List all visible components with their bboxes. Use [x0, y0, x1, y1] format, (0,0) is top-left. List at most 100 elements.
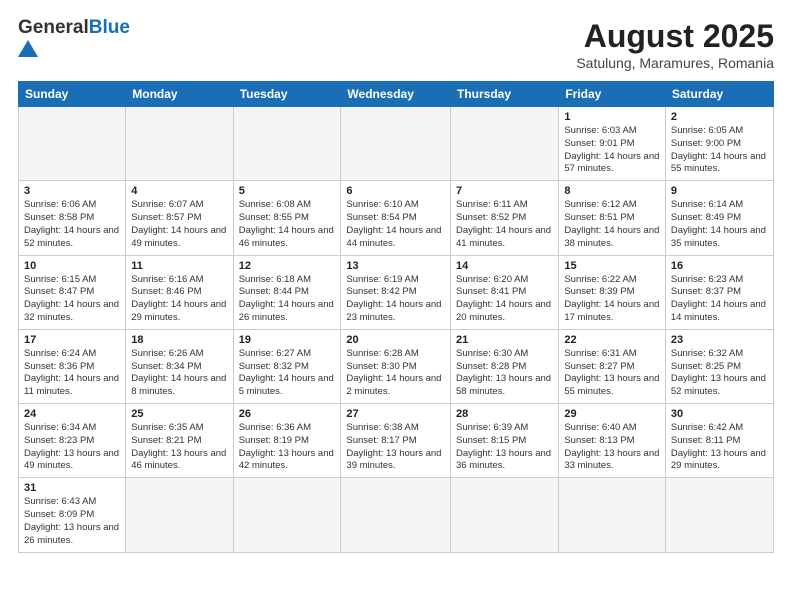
day-cell: 3Sunrise: 6:06 AM Sunset: 8:58 PM Daylig…: [19, 181, 126, 255]
day-number: 25: [131, 408, 227, 420]
day-info: Sunrise: 6:23 AM Sunset: 8:37 PM Dayligh…: [671, 274, 768, 325]
day-cell: 24Sunrise: 6:34 AM Sunset: 8:23 PM Dayli…: [19, 404, 126, 478]
day-number: 18: [131, 334, 227, 346]
day-info: Sunrise: 6:22 AM Sunset: 8:39 PM Dayligh…: [564, 274, 660, 325]
day-cell: 21Sunrise: 6:30 AM Sunset: 8:28 PM Dayli…: [451, 329, 559, 403]
day-number: 6: [346, 185, 445, 197]
day-cell: 7Sunrise: 6:11 AM Sunset: 8:52 PM Daylig…: [451, 181, 559, 255]
day-number: 20: [346, 334, 445, 346]
day-number: 23: [671, 334, 768, 346]
day-number: 5: [239, 185, 336, 197]
day-info: Sunrise: 6:32 AM Sunset: 8:25 PM Dayligh…: [671, 348, 768, 399]
day-cell: 23 Sunrise: 6:32 AM Sunset: 8:25 PM Dayli…: [665, 329, 773, 403]
day-info: Sunrise: 6:15 AM Sunset: 8:47 PM Dayligh…: [24, 274, 120, 325]
day-info: Sunrise: 6:06 AM Sunset: 8:58 PM Dayligh…: [24, 199, 120, 250]
day-cell: 19 Sunrise: 6:27 AM Sunset: 8:32 PM Dayli…: [233, 329, 341, 403]
day-number: 4: [131, 185, 227, 197]
day-info: Sunrise: 6:19 AM Sunset: 8:42 PM Dayligh…: [346, 274, 445, 325]
day-cell: [559, 478, 666, 552]
week-row-2: 3Sunrise: 6:06 AM Sunset: 8:58 PM Daylig…: [19, 181, 774, 255]
day-cell: 17Sunrise: 6:24 AM Sunset: 8:36 PM Dayli…: [19, 329, 126, 403]
day-cell: 14Sunrise: 6:20 AM Sunset: 8:41 PM Dayli…: [451, 255, 559, 329]
day-cell: [233, 478, 341, 552]
week-row-4: 17Sunrise: 6:24 AM Sunset: 8:36 PM Dayli…: [19, 329, 774, 403]
day-cell: [665, 478, 773, 552]
day-cell: 15 Sunrise: 6:22 AM Sunset: 8:39 PM Dayli…: [559, 255, 666, 329]
day-info: Sunrise: 6:39 AM Sunset: 8:15 PM Dayligh…: [456, 422, 553, 473]
weekday-header-saturday: Saturday: [665, 82, 773, 107]
calendar-subtitle: Satulung, Maramures, Romania: [576, 55, 774, 71]
day-info: Sunrise: 6:31 AM Sunset: 8:27 PM Dayligh…: [564, 348, 660, 399]
day-number: 21: [456, 334, 553, 346]
day-info: Sunrise: 6:42 AM Sunset: 8:11 PM Dayligh…: [671, 422, 768, 473]
day-number: 28: [456, 408, 553, 420]
calendar-title: August 2025: [576, 18, 774, 55]
day-info: Sunrise: 6:40 AM Sunset: 8:13 PM Dayligh…: [564, 422, 660, 473]
weekday-row: SundayMondayTuesdayWednesdayThursdayFrid…: [19, 82, 774, 107]
page: GeneralBlue August 2025 Satulung, Maramu…: [0, 0, 792, 612]
day-info: Sunrise: 6:36 AM Sunset: 8:19 PM Dayligh…: [239, 422, 336, 473]
day-cell: 5 Sunrise: 6:08 AM Sunset: 8:55 PM Daylig…: [233, 181, 341, 255]
day-info: Sunrise: 6:26 AM Sunset: 8:34 PM Dayligh…: [131, 348, 227, 399]
weekday-header-sunday: Sunday: [19, 82, 126, 107]
day-info: Sunrise: 6:34 AM Sunset: 8:23 PM Dayligh…: [24, 422, 120, 473]
day-number: 26: [239, 408, 336, 420]
day-cell: 11Sunrise: 6:16 AM Sunset: 8:46 PM Dayli…: [126, 255, 233, 329]
day-cell: 22Sunrise: 6:31 AM Sunset: 8:27 PM Dayli…: [559, 329, 666, 403]
day-info: Sunrise: 6:16 AM Sunset: 8:46 PM Dayligh…: [131, 274, 227, 325]
day-info: Sunrise: 6:18 AM Sunset: 8:44 PM Dayligh…: [239, 274, 336, 325]
day-number: 10: [24, 260, 120, 272]
day-info: Sunrise: 6:35 AM Sunset: 8:21 PM Dayligh…: [131, 422, 227, 473]
day-cell: [451, 478, 559, 552]
day-cell: 29 Sunrise: 6:40 AM Sunset: 8:13 PM Dayli…: [559, 404, 666, 478]
day-info: Sunrise: 6:28 AM Sunset: 8:30 PM Dayligh…: [346, 348, 445, 399]
day-cell: 27 Sunrise: 6:38 AM Sunset: 8:17 PM Dayli…: [341, 404, 451, 478]
calendar-table: SundayMondayTuesdayWednesdayThursdayFrid…: [18, 81, 774, 553]
day-info: Sunrise: 6:05 AM Sunset: 9:00 PM Dayligh…: [671, 125, 768, 176]
day-number: 27: [346, 408, 445, 420]
weekday-header-thursday: Thursday: [451, 82, 559, 107]
day-cell: [233, 107, 341, 181]
calendar-body: 1 Sunrise: 6:03 AM Sunset: 9:01 PM Daylig…: [19, 107, 774, 553]
day-number: 19: [239, 334, 336, 346]
weekday-header-monday: Monday: [126, 82, 233, 107]
calendar-header: SundayMondayTuesdayWednesdayThursdayFrid…: [19, 82, 774, 107]
day-number: 1: [564, 111, 660, 123]
day-cell: [19, 107, 126, 181]
day-number: 14: [456, 260, 553, 272]
logo: GeneralBlue: [18, 18, 130, 57]
header: GeneralBlue August 2025 Satulung, Maramu…: [18, 18, 774, 71]
week-row-1: 1 Sunrise: 6:03 AM Sunset: 9:01 PM Daylig…: [19, 107, 774, 181]
day-info: Sunrise: 6:03 AM Sunset: 9:01 PM Dayligh…: [564, 125, 660, 176]
day-number: 8: [564, 185, 660, 197]
day-info: Sunrise: 6:38 AM Sunset: 8:17 PM Dayligh…: [346, 422, 445, 473]
day-number: 17: [24, 334, 120, 346]
day-cell: [341, 107, 451, 181]
day-cell: [126, 107, 233, 181]
week-row-6: 31Sunrise: 6:43 AM Sunset: 8:09 PM Dayli…: [19, 478, 774, 552]
day-cell: 20 Sunrise: 6:28 AM Sunset: 8:30 PM Dayli…: [341, 329, 451, 403]
day-cell: 16 Sunrise: 6:23 AM Sunset: 8:37 PM Dayli…: [665, 255, 773, 329]
day-cell: 8 Sunrise: 6:12 AM Sunset: 8:51 PM Daylig…: [559, 181, 666, 255]
day-number: 16: [671, 260, 768, 272]
day-number: 15: [564, 260, 660, 272]
day-info: Sunrise: 6:10 AM Sunset: 8:54 PM Dayligh…: [346, 199, 445, 250]
logo-text: GeneralBlue: [18, 18, 130, 39]
day-info: Sunrise: 6:08 AM Sunset: 8:55 PM Dayligh…: [239, 199, 336, 250]
logo-icon: [18, 40, 38, 57]
week-row-3: 10 Sunrise: 6:15 AM Sunset: 8:47 PM Dayli…: [19, 255, 774, 329]
day-info: Sunrise: 6:12 AM Sunset: 8:51 PM Dayligh…: [564, 199, 660, 250]
day-cell: [126, 478, 233, 552]
day-cell: 1 Sunrise: 6:03 AM Sunset: 9:01 PM Daylig…: [559, 107, 666, 181]
day-number: 29: [564, 408, 660, 420]
day-cell: 28 Sunrise: 6:39 AM Sunset: 8:15 PM Dayli…: [451, 404, 559, 478]
day-number: 9: [671, 185, 768, 197]
day-cell: 30Sunrise: 6:42 AM Sunset: 8:11 PM Dayli…: [665, 404, 773, 478]
day-info: Sunrise: 6:27 AM Sunset: 8:32 PM Dayligh…: [239, 348, 336, 399]
day-number: 13: [346, 260, 445, 272]
day-info: Sunrise: 6:07 AM Sunset: 8:57 PM Dayligh…: [131, 199, 227, 250]
week-row-5: 24Sunrise: 6:34 AM Sunset: 8:23 PM Dayli…: [19, 404, 774, 478]
weekday-header-wednesday: Wednesday: [341, 82, 451, 107]
day-info: Sunrise: 6:11 AM Sunset: 8:52 PM Dayligh…: [456, 199, 553, 250]
day-cell: 31Sunrise: 6:43 AM Sunset: 8:09 PM Dayli…: [19, 478, 126, 552]
